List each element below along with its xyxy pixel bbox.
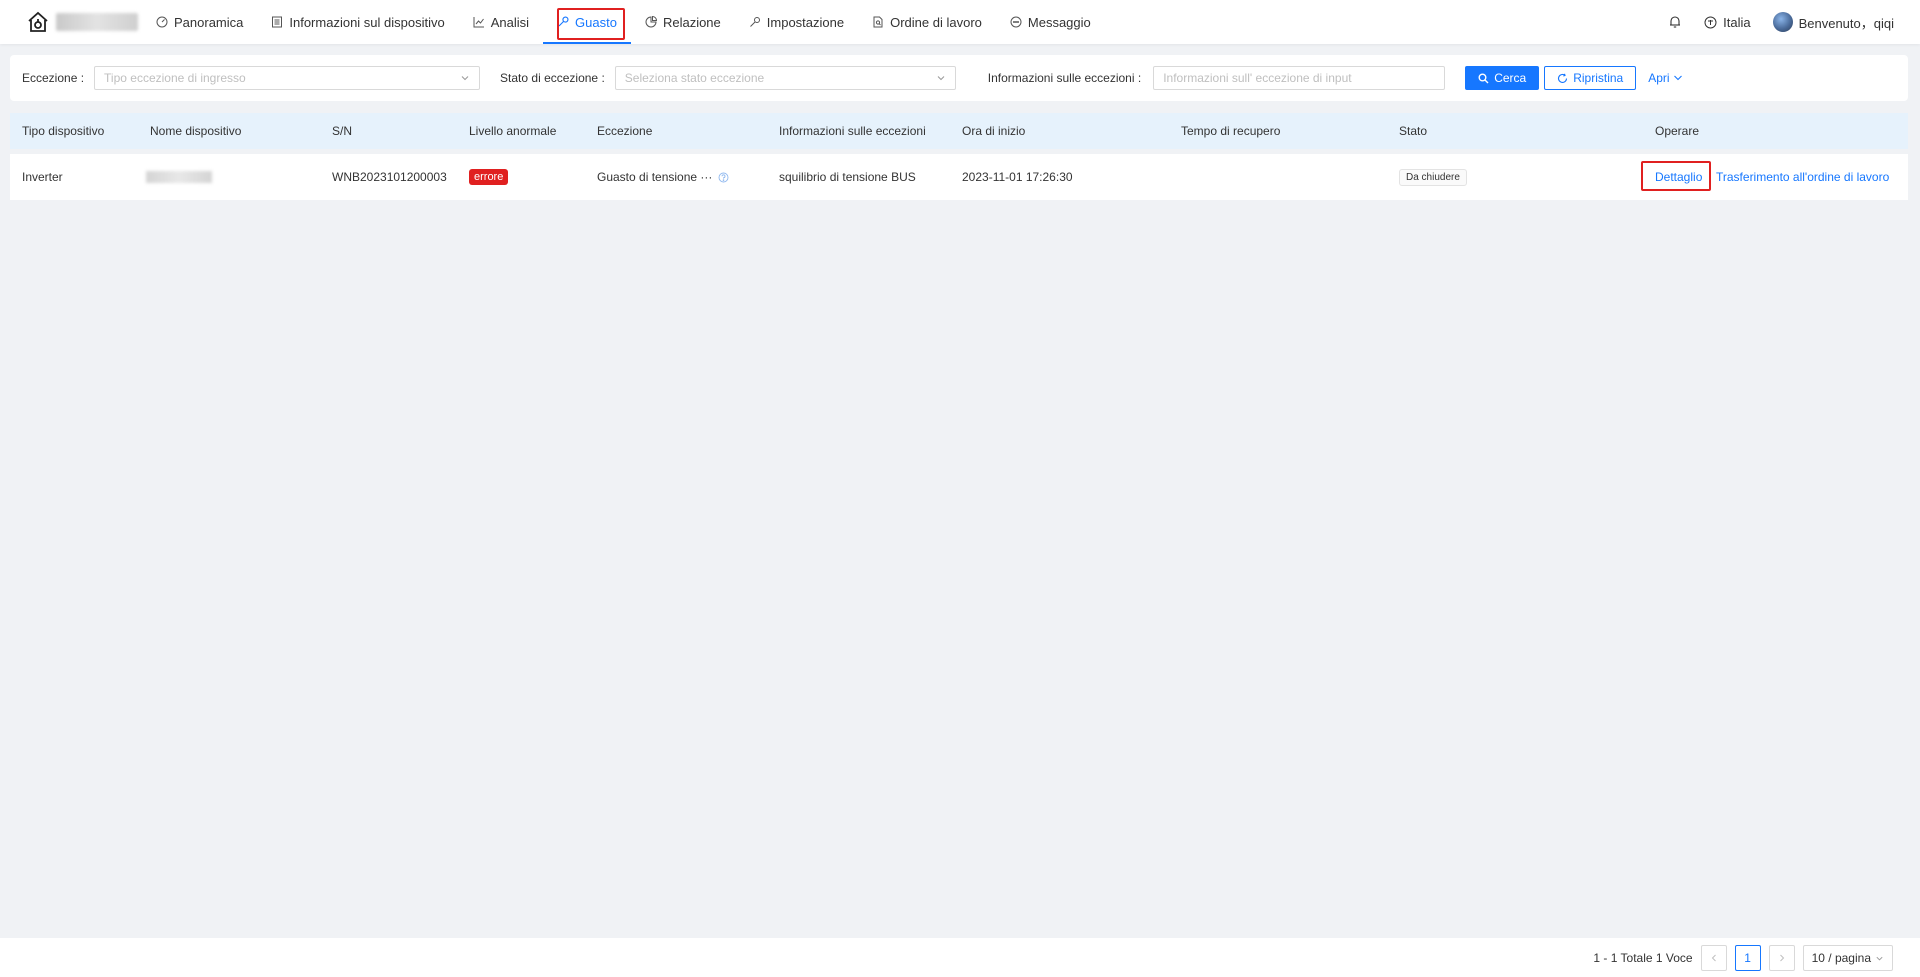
language-label: Italia	[1723, 14, 1751, 30]
exception-info-placeholder: Informazioni sull' eccezione di input	[1163, 71, 1352, 85]
brand-name	[56, 13, 138, 31]
redacted-name	[146, 171, 212, 183]
chevron-left-icon	[1711, 954, 1716, 962]
header-sn: S/N	[332, 124, 353, 138]
bell-icon[interactable]	[1668, 15, 1682, 29]
chevron-right-icon	[1779, 954, 1784, 962]
cell-start-time: 2023-11-01 17:26:30	[962, 170, 1073, 184]
user-menu[interactable]: Benvenuto，qiqi	[1772, 12, 1894, 32]
avatar	[1772, 12, 1793, 32]
nav-label: Ordine di lavoro	[890, 14, 982, 30]
wrench-icon	[558, 16, 569, 27]
header-exception: Eccezione	[597, 124, 653, 138]
page-size-select[interactable]: 10 / pagina	[1802, 945, 1893, 971]
home-logo-icon[interactable]	[26, 10, 50, 34]
pagination-bar: 1 - 1 Totale 1 Voce 1 10 / pagina	[0, 938, 1920, 977]
nav-item-relazione[interactable]: Relazione	[631, 0, 735, 44]
cell-exception-info: squilibrio di tensione BUS	[779, 170, 916, 184]
chevron-down-icon	[1876, 956, 1883, 960]
nav-item-messaggio[interactable]: Messaggio	[996, 0, 1105, 44]
nav-right: Italia Benvenuto，qiqi	[1668, 0, 1894, 44]
status-badge: Da chiudere	[1399, 168, 1467, 186]
filter-bar: Eccezione : Tipo eccezione di ingresso S…	[10, 55, 1908, 101]
detail-link[interactable]: Dettaglio	[1655, 154, 1702, 200]
table-row: Inverter WNB2023101200003 errore Guasto …	[10, 154, 1908, 200]
chevron-down-icon	[1673, 75, 1682, 81]
search-button[interactable]: Cerca	[1465, 66, 1540, 90]
expand-link[interactable]: Apri	[1648, 71, 1682, 85]
prev-page-button[interactable]	[1700, 945, 1727, 971]
nav-label: Impostazione	[766, 14, 845, 30]
nav-label: Analisi	[490, 14, 530, 30]
exception-text: Guasto di tensione ···	[597, 170, 713, 184]
header-device-type: Tipo dispositivo	[22, 124, 105, 138]
cell-level: errore	[469, 154, 509, 200]
status-label: Stato di eccezione :	[500, 71, 605, 85]
top-navigation: Panoramica Informazioni sul dispositivo …	[0, 0, 1920, 44]
list-icon	[272, 16, 283, 28]
pagination: 1 - 1 Totale 1 Voce 1 10 / pagina	[1593, 945, 1893, 971]
nav-item-guasto[interactable]: Guasto	[543, 0, 631, 44]
chevron-down-icon	[461, 76, 469, 81]
exception-type-input[interactable]: Tipo eccezione di ingresso	[94, 66, 481, 90]
cell-exception: Guasto di tensione ···	[597, 154, 729, 200]
message-icon	[1010, 16, 1022, 28]
expand-link-label: Apri	[1648, 71, 1670, 85]
nav-menu: Panoramica Informazioni sul dispositivo …	[142, 0, 1105, 44]
nav-label: Guasto	[575, 14, 617, 30]
nav-label: Informazioni sul dispositivo	[289, 14, 445, 30]
language-switch[interactable]: Italia	[1704, 14, 1751, 30]
search-icon	[1478, 73, 1489, 83]
reset-button-label: Ripristina	[1573, 71, 1624, 85]
header-recovery-time: Tempo di recupero	[1181, 124, 1281, 138]
transfer-to-work-order-link[interactable]: Trasferimento all'ordine di lavoro	[1716, 154, 1889, 200]
error-badge: errore	[469, 169, 509, 185]
header-abnormal-level: Livello anormale	[469, 124, 557, 138]
pagination-summary: 1 - 1 Totale 1 Voce	[1593, 951, 1693, 965]
cell-status: Da chiudere	[1399, 154, 1467, 200]
reset-button[interactable]: Ripristina	[1544, 66, 1637, 90]
help-circle-icon[interactable]	[718, 172, 729, 183]
exception-status-placeholder: Seleziona stato eccezione	[624, 71, 765, 85]
nav-item-analisi[interactable]: Analisi	[459, 0, 543, 44]
nav-label: Relazione	[662, 14, 721, 30]
exception-info-input[interactable]: Informazioni sull' eccezione di input	[1153, 66, 1446, 90]
fault-table: Tipo dispositivo Nome dispositivo S/N Li…	[10, 113, 1908, 200]
chevron-down-icon	[937, 76, 945, 81]
nav-item-informazioni-dispositivo[interactable]: Informazioni sul dispositivo	[257, 0, 458, 44]
exception-label: Eccezione :	[22, 71, 85, 85]
header-operate: Operare	[1655, 124, 1700, 138]
cell-sn: WNB2023101200003	[332, 170, 447, 184]
pie-chart-icon	[645, 16, 657, 28]
page-button-current[interactable]: 1	[1734, 945, 1761, 971]
table-header: Tipo dispositivo Nome dispositivo S/N Li…	[10, 113, 1908, 149]
header-device-name: Nome dispositivo	[150, 124, 242, 138]
file-search-icon	[873, 16, 883, 28]
info-label: Informazioni sulle eccezioni :	[987, 71, 1142, 85]
nav-item-panoramica[interactable]: Panoramica	[142, 0, 257, 44]
search-button-label: Cerca	[1494, 71, 1527, 85]
line-chart-icon	[473, 17, 484, 28]
exception-status-select[interactable]: Seleziona stato eccezione	[614, 66, 956, 90]
exception-type-placeholder: Tipo eccezione di ingresso	[104, 71, 246, 85]
header-exception-info: Informazioni sulle eccezioni	[779, 124, 926, 138]
nav-label: Panoramica	[174, 14, 244, 30]
cell-device-type: Inverter	[22, 170, 63, 184]
nav-item-impostazione[interactable]: Impostazione	[735, 0, 858, 44]
nav-label: Messaggio	[1027, 14, 1091, 30]
language-icon	[1704, 16, 1717, 28]
nav-item-ordine-lavoro[interactable]: Ordine di lavoro	[858, 0, 996, 44]
header-status: Stato	[1399, 124, 1428, 138]
page-size-label: 10 / pagina	[1811, 951, 1871, 965]
dashboard-icon	[156, 16, 168, 28]
tool-icon	[749, 17, 760, 27]
reload-icon	[1558, 73, 1568, 83]
next-page-button[interactable]	[1768, 945, 1795, 971]
header-start-time: Ora di inizio	[962, 124, 1026, 138]
cell-device-name	[146, 154, 212, 200]
welcome-text: Benvenuto，qiqi	[1798, 15, 1894, 31]
